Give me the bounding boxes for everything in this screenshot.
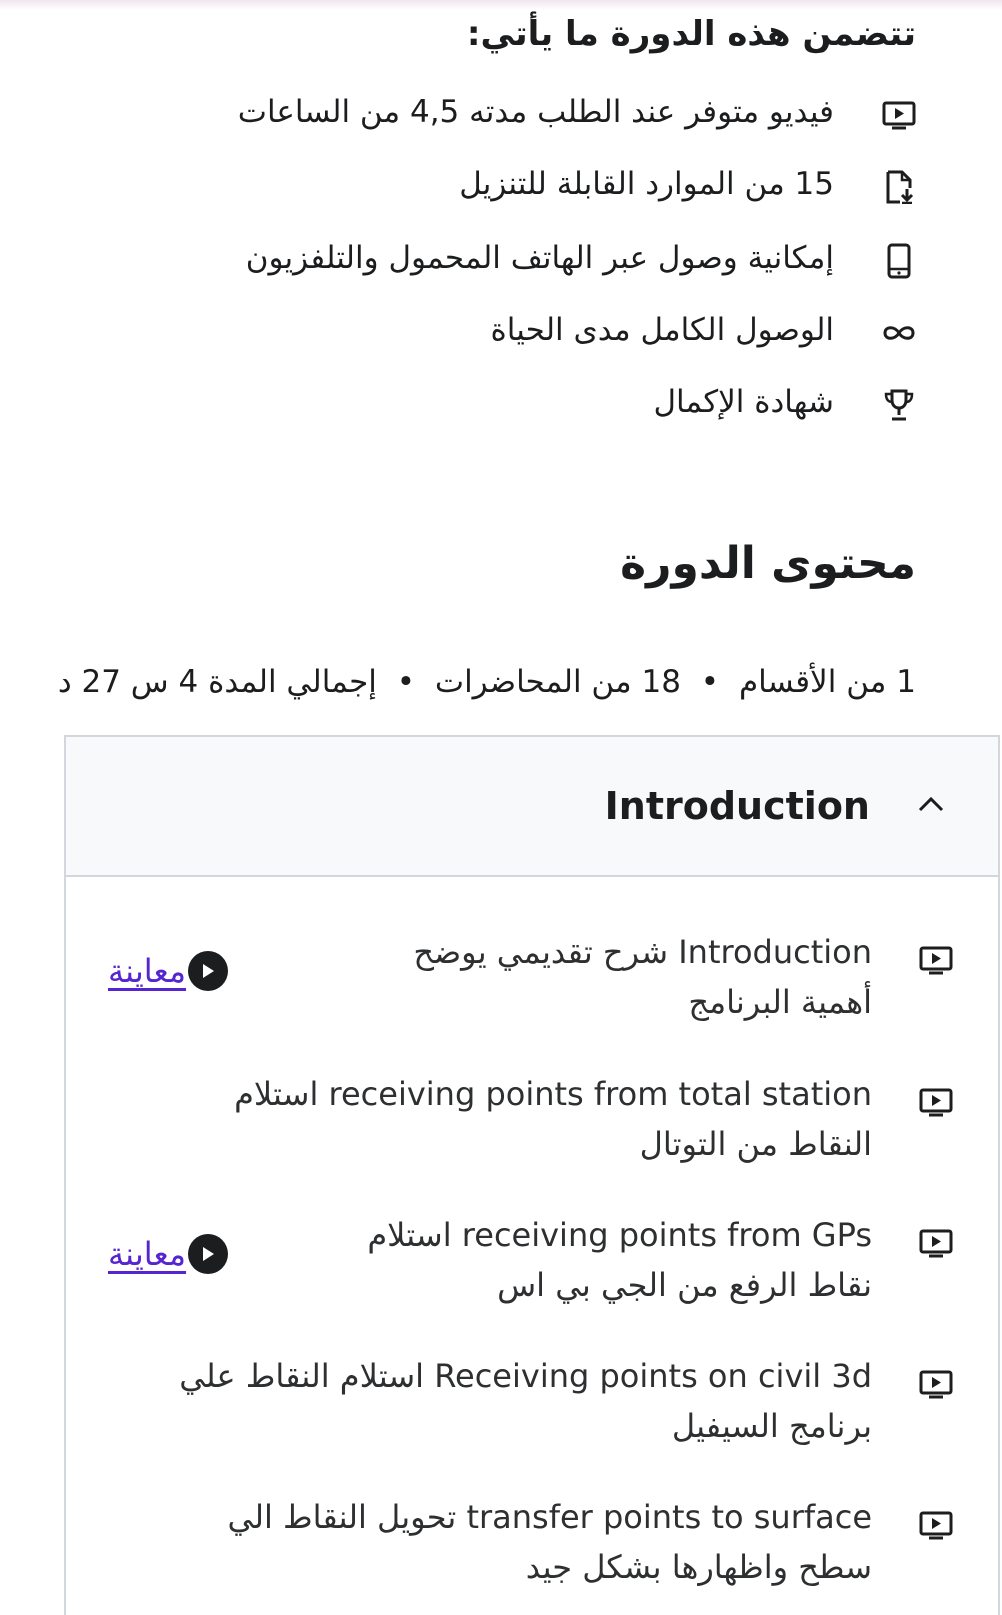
separator-dot: •: [396, 664, 416, 700]
include-item-certificate: شهادة الإكمال: [66, 382, 916, 426]
trophy-icon: [882, 388, 916, 422]
lecture-item: receiving points from GPs استلام نقاط ال…: [66, 1210, 998, 1330]
include-item-label: الوصول الكامل مدى الحياة: [490, 312, 834, 348]
lecture-item: Introduction شرح تقديمي يوضح أهمية البرن…: [66, 927, 998, 1047]
include-item-lifetime: الوصول الكامل مدى الحياة: [66, 310, 916, 354]
lecture-item: receiving points from total station استل…: [66, 1069, 998, 1189]
separator-dot: •: [700, 664, 720, 700]
lecture-title: Introduction شرح تقديمي يوضح أهمية البرن…: [413, 933, 872, 1021]
preview-link[interactable]: معاينة: [108, 949, 229, 993]
course-content-title: محتوى الدورة: [620, 538, 916, 589]
lecture-title: transfer points to surface تحويل النقاط …: [227, 1498, 872, 1586]
include-item-resources: 15 من الموارد القابلة للتنزيل: [66, 164, 916, 208]
include-item-mobile: إمكانية وصول عبر الهاتف المحمول والتلفزي…: [66, 238, 916, 282]
lecture-item: transfer points to surface تحويل النقاط …: [66, 1492, 998, 1612]
include-item-label: 15 من الموارد القابلة للتنزيل: [459, 166, 834, 202]
sections-count: 1 من الأقسام: [738, 664, 916, 700]
preview-label: معاينة: [108, 952, 187, 990]
lecture-title: Receiving points on civil 3d استلام النق…: [179, 1357, 872, 1445]
includes-title: تتضمن هذه الدورة ما يأتي:: [466, 14, 916, 54]
video-icon: [918, 1508, 954, 1542]
include-item-label: شهادة الإكمال: [653, 384, 834, 420]
total-duration: إجمالي المدة 4 س 27 د: [57, 664, 377, 700]
video-icon: [918, 1226, 954, 1260]
download-file-icon: [882, 170, 916, 204]
video-icon: [918, 943, 954, 977]
lecture-title: receiving points from GPs استلام نقاط ال…: [367, 1216, 872, 1304]
lecture-item: Receiving points on civil 3d استلام النق…: [66, 1351, 998, 1471]
include-item-label: إمكانية وصول عبر الهاتف المحمول والتلفزي…: [245, 240, 834, 276]
video-icon: [882, 98, 916, 132]
include-item-video: فيديو متوفر عند الطلب مدته 4,5 من الساعا…: [66, 92, 916, 136]
mobile-icon: [882, 243, 916, 279]
section-header-introduction[interactable]: Introduction: [66, 737, 998, 877]
chevron-up-icon: [916, 789, 946, 819]
lecture-title: receiving points from total station استل…: [234, 1075, 872, 1163]
infinity-icon: [882, 316, 916, 350]
top-fade: [0, 0, 1002, 10]
course-content-summary: 1 من الأقسام • 18 من المحاضرات • إجمالي …: [58, 664, 916, 700]
play-icon: [188, 1234, 229, 1274]
video-icon: [918, 1367, 954, 1401]
include-item-label: فيديو متوفر عند الطلب مدته 4,5 من الساعا…: [237, 94, 834, 130]
preview-label: معاينة: [108, 1235, 187, 1273]
preview-link[interactable]: معاينة: [108, 1232, 229, 1276]
section-title: Introduction: [604, 784, 870, 828]
video-icon: [918, 1085, 954, 1119]
curriculum-panel: Introduction Introduction شرح تقديمي يوض…: [64, 735, 1000, 1615]
play-icon: [188, 951, 229, 991]
lectures-count: 18 من المحاضرات: [434, 664, 681, 700]
